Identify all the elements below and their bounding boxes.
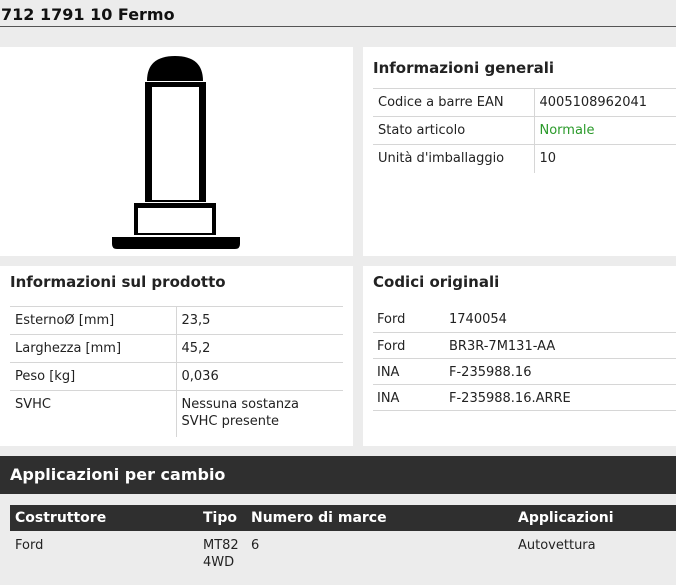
code-number: F-235988.16 — [445, 358, 676, 385]
code-number: BR3R-7M131-AA — [445, 332, 676, 359]
svhc-value: Nessuna sostanza SVHC presente — [176, 390, 343, 437]
product-info-heading: Informazioni sul prodotto — [10, 273, 226, 291]
applications-table-header: Costruttore Tipo Numero di marce Applica… — [10, 505, 676, 531]
code-maker: INA — [373, 358, 445, 385]
ean-label: Codice a barre EAN — [373, 88, 535, 117]
stop-collar-inner — [138, 208, 212, 233]
weight-value: 0,036 — [176, 362, 343, 391]
product-image — [112, 56, 240, 249]
column-header-application: Applicazioni — [518, 510, 614, 526]
packaging-unit-value: 10 — [534, 144, 676, 173]
code-number: 1740054 — [445, 306, 676, 333]
table-row: INA F-235988.16 — [373, 358, 676, 385]
original-codes-heading: Codici originali — [373, 273, 500, 291]
application-type-line-1: MT82 — [203, 538, 239, 553]
svhc-value-line-1: Nessuna sostanza — [181, 397, 299, 412]
stop-base — [112, 237, 240, 249]
status-label: Stato articolo — [373, 116, 535, 145]
original-codes-table: Ford 1740054 Ford BR3R-7M131-AA INA F-23… — [373, 306, 676, 411]
application-maker: Ford — [15, 538, 44, 553]
code-maker: Ford — [373, 306, 445, 333]
applications-heading: Applicazioni per cambio — [10, 465, 226, 484]
weight-label: Peso [kg] — [10, 362, 177, 391]
table-row: Ford BR3R-7M131-AA — [373, 332, 676, 359]
column-header-type: Tipo — [203, 510, 237, 526]
packaging-unit-label: Unità d'imballaggio — [373, 144, 535, 173]
svhc-label: SVHC — [10, 390, 177, 437]
table-row: Peso [kg] 0,036 — [10, 362, 343, 391]
column-header-maker: Costruttore — [15, 510, 107, 526]
column-header-gears: Numero di marce — [251, 510, 387, 526]
table-row: Unità d'imballaggio 10 — [373, 144, 676, 173]
page-title: 712 1791 10 Fermo — [1, 5, 175, 24]
code-maker: INA — [373, 384, 445, 411]
code-number: F-235988.16.ARRE — [445, 384, 676, 411]
table-row: Codice a barre EAN 4005108962041 — [373, 88, 676, 117]
table-row: EsternoØ [mm] 23,5 — [10, 306, 343, 335]
outer-diameter-label: EsternoØ [mm] — [10, 306, 177, 335]
application-vehicle: Autovettura — [518, 538, 596, 553]
general-info-heading: Informazioni generali — [373, 59, 555, 77]
status-value: Normale — [534, 116, 676, 145]
general-info-table: Codice a barre EAN 4005108962041 Stato a… — [373, 88, 676, 173]
width-label: Larghezza [mm] — [10, 334, 177, 363]
outer-diameter-value: 23,5 — [176, 306, 343, 335]
product-image-panel — [0, 47, 353, 256]
title-bar: 712 1791 10 Fermo — [0, 0, 676, 27]
width-value: 45,2 — [176, 334, 343, 363]
ean-value: 4005108962041 — [534, 88, 676, 117]
code-maker: Ford — [373, 332, 445, 359]
table-row: SVHC Nessuna sostanza SVHC presente — [10, 390, 343, 437]
product-info-table: EsternoØ [mm] 23,5 Larghezza [mm] 45,2 P… — [10, 306, 343, 437]
table-row: Larghezza [mm] 45,2 — [10, 334, 343, 363]
svhc-value-line-2: SVHC presente — [181, 414, 280, 429]
application-gears: 6 — [251, 538, 260, 553]
table-row: Ford 1740054 — [373, 306, 676, 333]
table-row: Stato articolo Normale — [373, 116, 676, 145]
stop-body-inner — [152, 87, 199, 200]
applications-section-bar: Applicazioni per cambio — [0, 456, 676, 494]
application-type-line-2: 4WD — [203, 555, 235, 570]
stop-cap — [147, 56, 203, 81]
table-row: INA F-235988.16.ARRE — [373, 384, 676, 411]
